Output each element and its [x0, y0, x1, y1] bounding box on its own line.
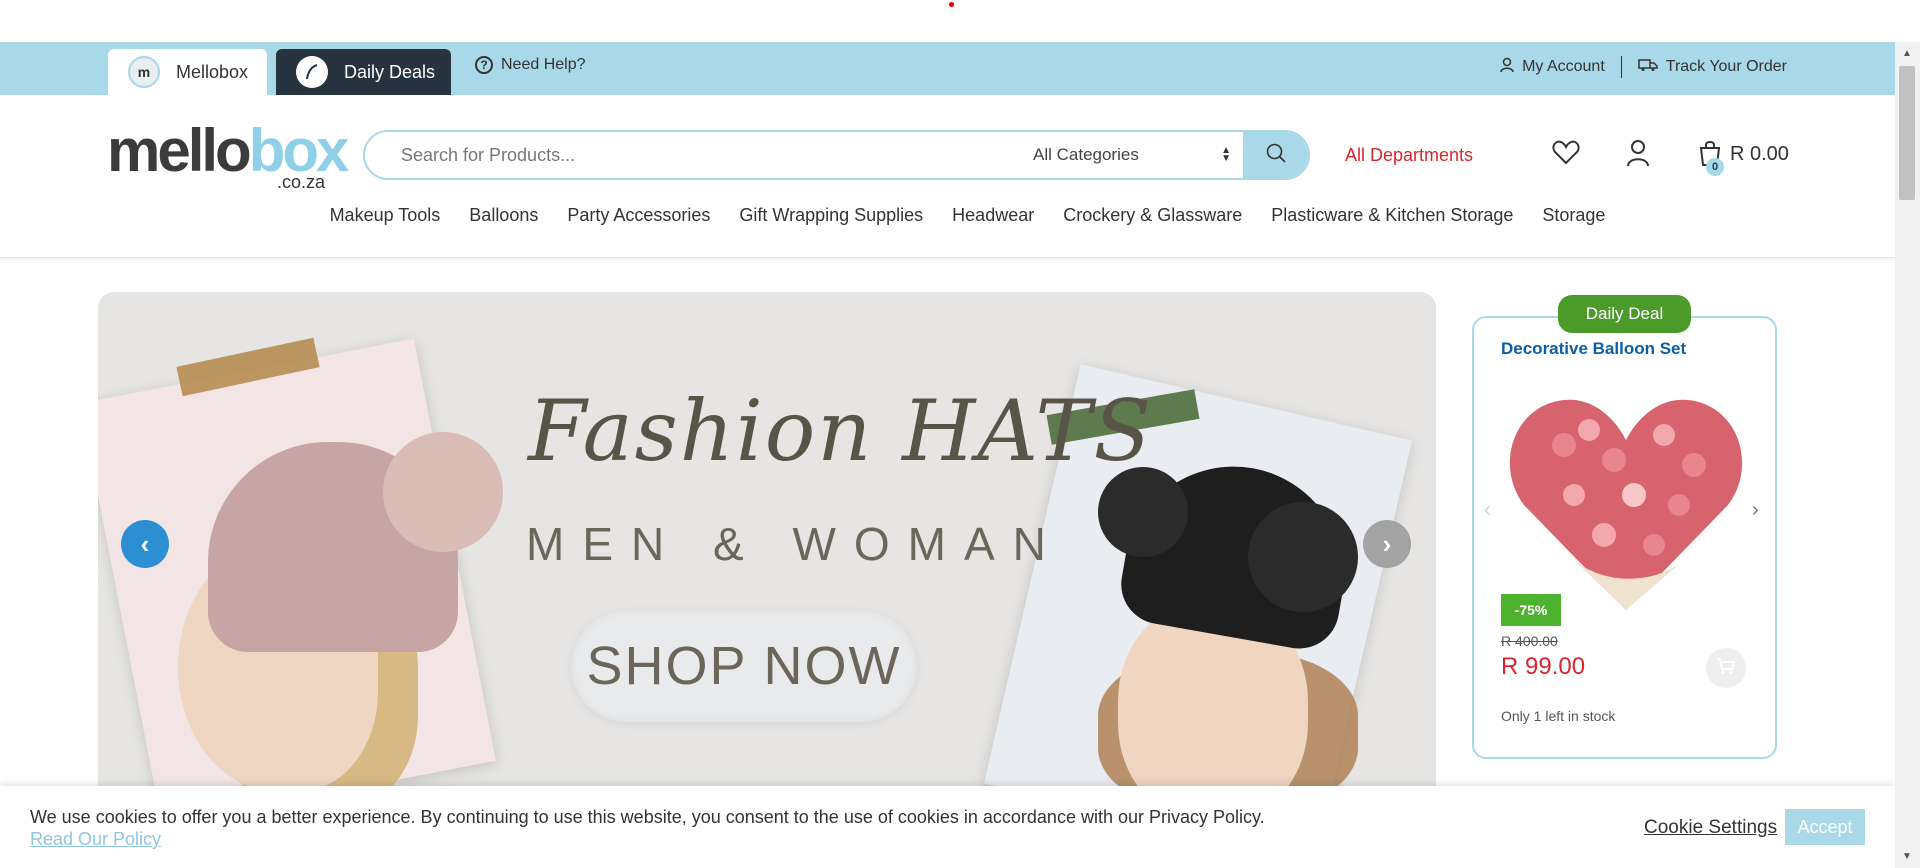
stock-status: Only 1 left in stock	[1501, 708, 1616, 724]
tab-daily-deals-label: Daily Deals	[344, 61, 436, 82]
slider-prev-button[interactable]: ‹	[121, 520, 169, 568]
logo-suffix: .co.za	[277, 172, 326, 192]
page-scrollbar[interactable]: ▲ ▼	[1895, 42, 1920, 868]
track-order-link[interactable]: Track Your Order	[1666, 58, 1787, 76]
accept-cookies-button[interactable]: Accept	[1785, 809, 1865, 845]
search-icon	[1265, 142, 1287, 169]
page: m Mellobox Daily Deals ? Need Help? My A…	[0, 0, 1920, 868]
header: mellobox .co.za All Categories ▲▼ All De…	[0, 95, 1895, 258]
divider	[1620, 56, 1622, 78]
tab-daily-deals[interactable]: Daily Deals	[276, 49, 451, 95]
top-right-links: My Account Track Your Order	[1500, 56, 1787, 78]
discount-badge: -75%	[1501, 594, 1561, 626]
deal-prev-chevron-icon[interactable]: ‹	[1484, 499, 1491, 522]
deal-next-chevron-icon[interactable]: ›	[1752, 499, 1759, 522]
daily-deal-badge: Daily Deal	[1558, 295, 1691, 333]
nav-item-gift-wrapping[interactable]: Gift Wrapping Supplies	[739, 205, 923, 226]
nav-item-balloons[interactable]: Balloons	[469, 205, 538, 226]
nav-item-crockery[interactable]: Crockery & Glassware	[1063, 205, 1242, 226]
deal-product-image[interactable]	[1504, 385, 1749, 615]
slider-next-button[interactable]: ›	[1363, 520, 1411, 568]
need-help-link[interactable]: ? Need Help?	[475, 56, 586, 74]
feather-icon	[296, 56, 328, 88]
cookie-settings-link[interactable]: Cookie Settings	[1644, 817, 1777, 839]
scrollbar-thumb[interactable]	[1899, 66, 1915, 200]
old-price: R 400.00	[1501, 633, 1558, 649]
tab-mellobox[interactable]: m Mellobox	[108, 49, 267, 95]
hero-subtitle: MEN & WOMAN	[526, 518, 1064, 570]
add-to-cart-button[interactable]	[1706, 648, 1746, 688]
logo-text-main: mello	[107, 117, 252, 184]
category-select-value: All Categories	[1033, 145, 1139, 164]
mellobox-logo-icon: m	[128, 56, 160, 88]
user-icon	[1500, 57, 1514, 78]
search-button[interactable]	[1243, 132, 1308, 178]
hero-title: Fashion HATS	[528, 382, 1154, 480]
black-pompom-image	[1248, 502, 1358, 612]
select-arrows-icon: ▲ ▼	[1221, 145, 1231, 164]
black-pompom-image	[1098, 467, 1188, 557]
sale-price: R 99.00	[1501, 653, 1586, 680]
read-policy-link[interactable]: Read Our Policy	[30, 829, 161, 850]
deal-product-title[interactable]: Decorative Balloon Set	[1501, 339, 1686, 359]
scroll-down-arrow-icon[interactable]: ▼	[1902, 851, 1912, 862]
chevron-left-icon: ‹	[140, 528, 150, 559]
pink-pompom-image	[383, 432, 503, 552]
add-to-cart-icon	[1716, 657, 1736, 680]
search-input[interactable]	[365, 132, 1013, 178]
cookie-consent-bar: We use cookies to offer you a better exp…	[0, 786, 1895, 868]
account-icon[interactable]	[1626, 139, 1650, 172]
hero-banner[interactable]: Fashion HATS MEN & WOMAN SHOP NOW	[98, 292, 1436, 792]
shop-now-button[interactable]: SHOP NOW	[571, 610, 917, 722]
cart-count-badge: 0	[1706, 158, 1724, 176]
my-account-link[interactable]: My Account	[1522, 58, 1605, 76]
nav-item-party-accessories[interactable]: Party Accessories	[567, 205, 710, 226]
nav-item-makeup-tools[interactable]: Makeup Tools	[330, 205, 441, 226]
scroll-up-arrow-icon[interactable]: ▲	[1902, 48, 1912, 59]
chevron-right-icon: ›	[1382, 528, 1392, 559]
nav-item-storage[interactable]: Storage	[1542, 205, 1605, 226]
question-icon: ?	[475, 56, 493, 74]
nav-item-headwear[interactable]: Headwear	[952, 205, 1034, 226]
site-logo[interactable]: mellobox .co.za	[107, 121, 349, 192]
top-bar: m Mellobox Daily Deals ? Need Help? My A…	[0, 42, 1895, 95]
tab-mellobox-label: Mellobox	[176, 61, 249, 82]
main-nav: Makeup Tools Balloons Party Accessories …	[0, 205, 1895, 226]
heart-icon[interactable]	[1552, 139, 1580, 170]
nav-item-plasticware[interactable]: Plasticware & Kitchen Storage	[1271, 205, 1513, 226]
search-bar: All Categories ▲▼	[363, 130, 1310, 180]
all-departments-link[interactable]: All Departments	[1345, 145, 1473, 166]
cookie-message: We use cookies to offer you a better exp…	[30, 807, 1265, 827]
red-dot	[949, 2, 954, 7]
need-help-label: Need Help?	[501, 56, 586, 73]
truck-icon	[1638, 58, 1658, 77]
cart-total[interactable]: R 0.00	[1730, 143, 1789, 166]
category-select[interactable]: All Categories ▲ ▼	[1013, 145, 1243, 165]
